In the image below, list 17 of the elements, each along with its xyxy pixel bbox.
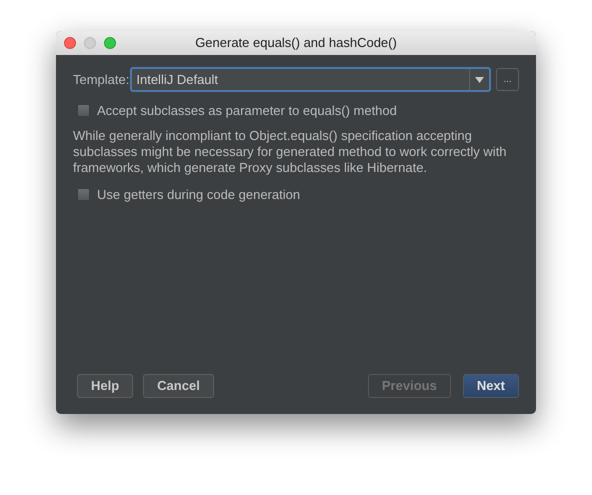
dropdown-arrow-icon: [475, 76, 484, 82]
more-button[interactable]: ...: [496, 68, 519, 91]
dialog-button[interactable]: Help: [77, 374, 134, 398]
checkbox-label: Accept subclasses as parameter to equals() method: [97, 102, 397, 120]
template-label: Template:: [73, 70, 130, 89]
dialog-button[interactable]: Cancel: [143, 374, 214, 398]
checkbox[interactable]: [77, 188, 90, 201]
checkbox[interactable]: [77, 104, 90, 118]
close-button[interactable]: [64, 37, 76, 49]
minimize-button[interactable]: [84, 37, 96, 49]
template-dropdown[interactable]: IntelliJ Default: [130, 67, 491, 92]
checkbox-label: Use getters during code generation: [97, 186, 300, 204]
window-title: Generate equals() and hashCode(): [195, 34, 397, 52]
zoom-button[interactable]: [104, 37, 116, 49]
description-text: While generally incompliant to Object.equals() specification accepting subclasses might be necessary for generated method to work correctly with frameworks, which generate Proxy subclasses like Hibernate.: [73, 128, 508, 176]
template-value: IntelliJ Default: [135, 70, 220, 89]
default-dialog-button[interactable]: Next: [462, 374, 519, 398]
